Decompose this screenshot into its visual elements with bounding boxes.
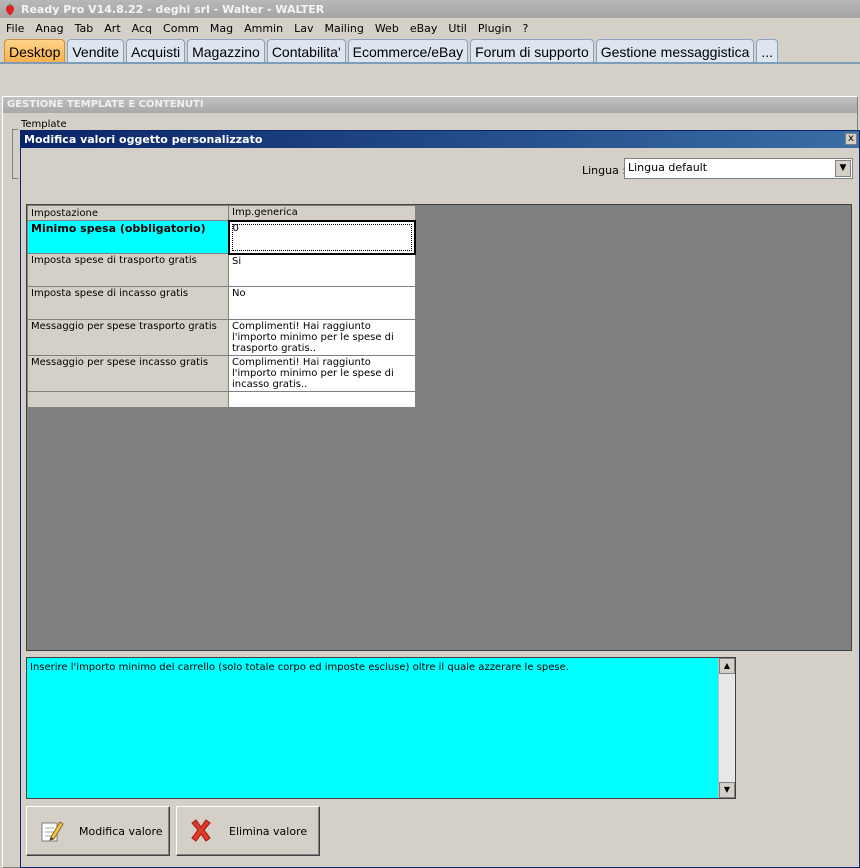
- setting-cell[interactable]: Messaggio per spese trasporto gratis: [27, 319, 229, 356]
- table-row[interactable]: Messaggio per spese incasso gratis Compl…: [27, 355, 416, 392]
- delete-x-icon: [191, 819, 211, 842]
- scroll-down-icon[interactable]: ▼: [719, 782, 735, 798]
- menu-bar: File Anag Tab Art Acq Comm Mag Ammin Lav Mailing W…: [0, 18, 860, 38]
- tab-acquisti[interactable]: Acquisti: [126, 39, 186, 63]
- menu-item-help[interactable]: ?: [523, 22, 535, 35]
- edit-value-button[interactable]: Modifica valore: [26, 806, 170, 856]
- table-row[interactable]: Imposta spese di trasporto gratis Si: [27, 253, 416, 287]
- value-cell[interactable]: Si: [228, 253, 416, 287]
- menu-item-anag[interactable]: Anag: [35, 22, 69, 35]
- setting-cell[interactable]: Imposta spese di incasso gratis: [27, 286, 229, 320]
- settings-grid-area: Impostazione Imp.generica Minimo spesa (…: [26, 204, 852, 651]
- language-select[interactable]: Lingua default ▼: [624, 158, 853, 179]
- scroll-up-icon[interactable]: ▲: [719, 658, 735, 674]
- value-cell[interactable]: [228, 391, 416, 408]
- tab-forum-di-supporto[interactable]: Forum di supporto: [470, 39, 594, 63]
- template-manager-title: GESTIONE TEMPLATE E CONTENUTI: [3, 97, 857, 113]
- column-header-value[interactable]: Imp.generica: [228, 205, 416, 221]
- menu-item-plugin[interactable]: Plugin: [478, 22, 518, 35]
- value-cell[interactable]: Complimenti! Hai raggiunto l'importo min…: [228, 319, 416, 356]
- setting-cell[interactable]: Imposta spese di trasporto gratis: [27, 253, 229, 287]
- table-row[interactable]: Minimo spesa (obbligatorio) 0: [27, 219, 416, 255]
- close-button[interactable]: x: [845, 133, 857, 145]
- settings-grid: Impostazione Imp.generica Minimo spesa (…: [27, 205, 416, 408]
- value-cell[interactable]: No: [228, 286, 416, 320]
- close-icon: x: [848, 133, 854, 144]
- tab-more[interactable]: ...: [756, 39, 779, 63]
- dialog-title-bar: Modifica valori oggetto personalizzato x: [21, 131, 859, 148]
- menu-item-file[interactable]: File: [6, 22, 30, 35]
- language-label: Lingua :: [582, 164, 627, 177]
- tab-vendite[interactable]: Vendite: [67, 39, 125, 63]
- app-title-bar: Ready Pro V14.8.22 - deghi srl - Walter …: [0, 0, 860, 18]
- table-row[interactable]: [27, 391, 416, 408]
- tab-gestione-messaggistica[interactable]: Gestione messaggistica: [595, 39, 755, 63]
- tab-strip-divider: [0, 62, 860, 64]
- description-scrollbar[interactable]: ▲ ▼: [718, 658, 735, 798]
- delete-value-label: Elimina valore: [229, 824, 308, 838]
- menu-item-lav[interactable]: Lav: [294, 22, 319, 35]
- menu-item-tab[interactable]: Tab: [75, 22, 100, 35]
- template-label: Template: [21, 119, 67, 130]
- edit-value-label: Modifica valore: [79, 824, 163, 838]
- setting-cell[interactable]: [27, 391, 229, 408]
- menu-item-art[interactable]: Art: [104, 22, 126, 35]
- column-header-setting[interactable]: Impostazione: [27, 205, 229, 221]
- main-tabs: Desktop Vendite Acquisti Magazzino Contabili…: [0, 38, 860, 63]
- description-textarea[interactable]: Inserire l'importo minimo del carrello (…: [26, 657, 736, 799]
- tab-desktop[interactable]: Desktop: [4, 39, 66, 63]
- tab-ecommerce-ebay[interactable]: Ecommerce/eBay: [347, 39, 469, 63]
- setting-cell[interactable]: Messaggio per spese incasso gratis: [27, 355, 229, 392]
- dialog-title: Modifica valori oggetto personalizzato: [24, 133, 263, 146]
- table-row[interactable]: Imposta spese di incasso gratis No: [27, 286, 416, 320]
- menu-item-util[interactable]: Util: [448, 22, 472, 35]
- app-title: Ready Pro V14.8.22 - deghi srl - Walter …: [21, 2, 325, 16]
- menu-item-mailing[interactable]: Mailing: [324, 22, 369, 35]
- description-text: Inserire l'importo minimo del carrello (…: [30, 662, 569, 673]
- menu-item-comm[interactable]: Comm: [163, 22, 205, 35]
- edit-custom-object-dialog: Modifica valori oggetto personalizzato x…: [20, 130, 860, 868]
- strawberry-icon: [6, 3, 14, 15]
- value-cell[interactable]: 0: [227, 219, 416, 255]
- table-row[interactable]: Messaggio per spese trasporto gratis Com…: [27, 319, 416, 356]
- menu-item-ebay[interactable]: eBay: [410, 22, 444, 35]
- menu-item-acq[interactable]: Acq: [132, 22, 158, 35]
- edit-pencil-icon: [41, 821, 64, 842]
- setting-cell[interactable]: Minimo spesa (obbligatorio): [27, 220, 229, 254]
- language-value: Lingua default: [628, 161, 708, 174]
- delete-value-button[interactable]: Elimina valore: [176, 806, 320, 856]
- menu-item-ammin[interactable]: Ammin: [244, 22, 289, 35]
- dropdown-arrow-icon[interactable]: ▼: [835, 160, 851, 177]
- template-frame: [12, 129, 18, 179]
- menu-item-web[interactable]: Web: [375, 22, 405, 35]
- tab-contabilita[interactable]: Contabilita': [266, 39, 346, 63]
- menu-item-mag[interactable]: Mag: [210, 22, 239, 35]
- tab-magazzino[interactable]: Magazzino: [187, 39, 265, 63]
- value-cell[interactable]: Complimenti! Hai raggiunto l'importo min…: [228, 355, 416, 392]
